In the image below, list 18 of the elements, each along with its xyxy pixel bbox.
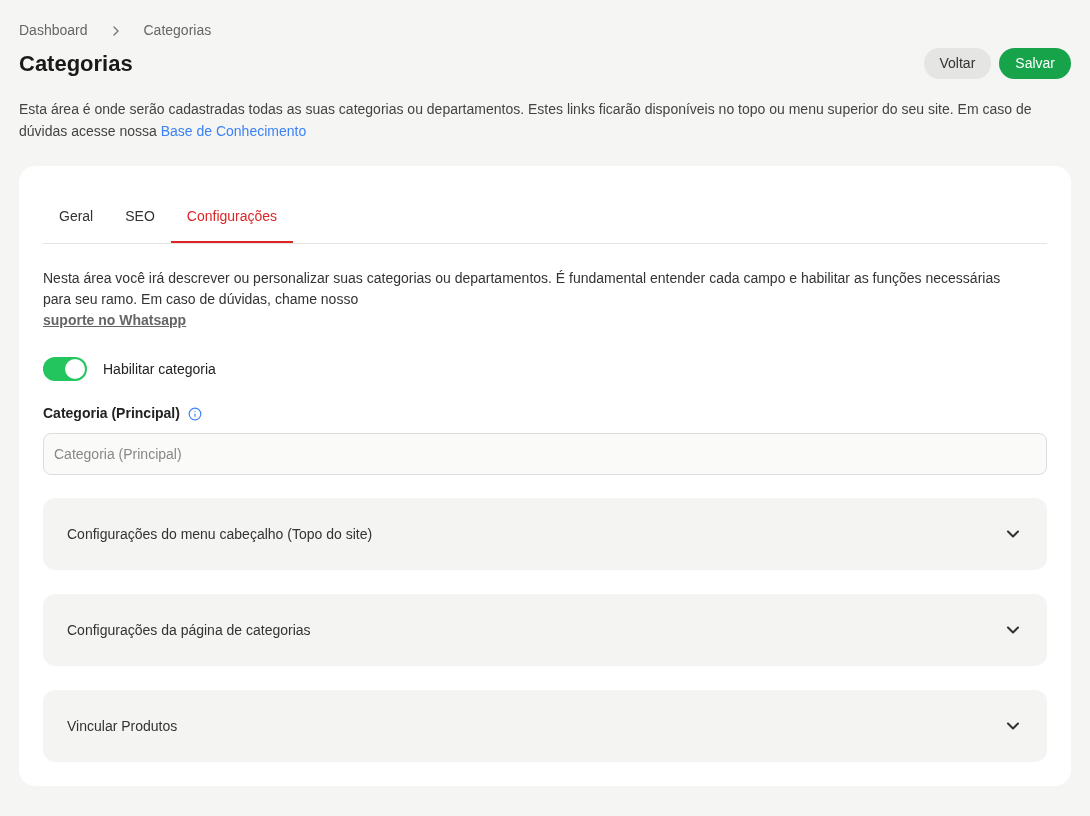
section-intro-text: Nesta área você irá descrever ou personalizar suas categorias ou departamentos. É fundamental entender cada campo e habilitar as funções necessárias para seu ramo. Em caso de dúvidas, chame nosso suporte no Whatsapp (43, 269, 1002, 330)
accordion-header[interactable]: Vincular Produtos (43, 690, 1047, 762)
breadcrumb-link[interactable]: Categorias (143, 20, 212, 41)
tab[interactable]: Configurações (170, 192, 294, 243)
whatsapp-support-link[interactable]: suporte no Whatsapp (43, 312, 187, 328)
info-icon[interactable] (187, 406, 202, 421)
breadcrumb-link[interactable]: Dashboard (19, 20, 88, 41)
tab[interactable]: SEO (109, 192, 171, 243)
back-button[interactable]: Voltar (923, 48, 992, 79)
toggle-label: Habilitar categoria (103, 359, 216, 379)
page-title: Categorias (19, 50, 133, 78)
toggle-switch[interactable] (43, 357, 87, 381)
tab[interactable]: Geral (43, 192, 110, 243)
accordion-header[interactable]: Configurações da página de categorias (43, 594, 1047, 666)
intro-text: Esta área é onde serão cadastradas todas as suas categorias ou departamentos. Estes links ficarão disponíveis no topo ou menu superior do seu site. Em caso de dúvidas acesse nossa Base de Conhecimento (19, 100, 1033, 141)
category-input[interactable]: Categoria (Principal) (43, 433, 1047, 475)
accordion-header[interactable]: Configurações do menu cabeçalho (Topo do site) (43, 498, 1047, 570)
field-label: Categoria (Principal) (43, 404, 180, 423)
